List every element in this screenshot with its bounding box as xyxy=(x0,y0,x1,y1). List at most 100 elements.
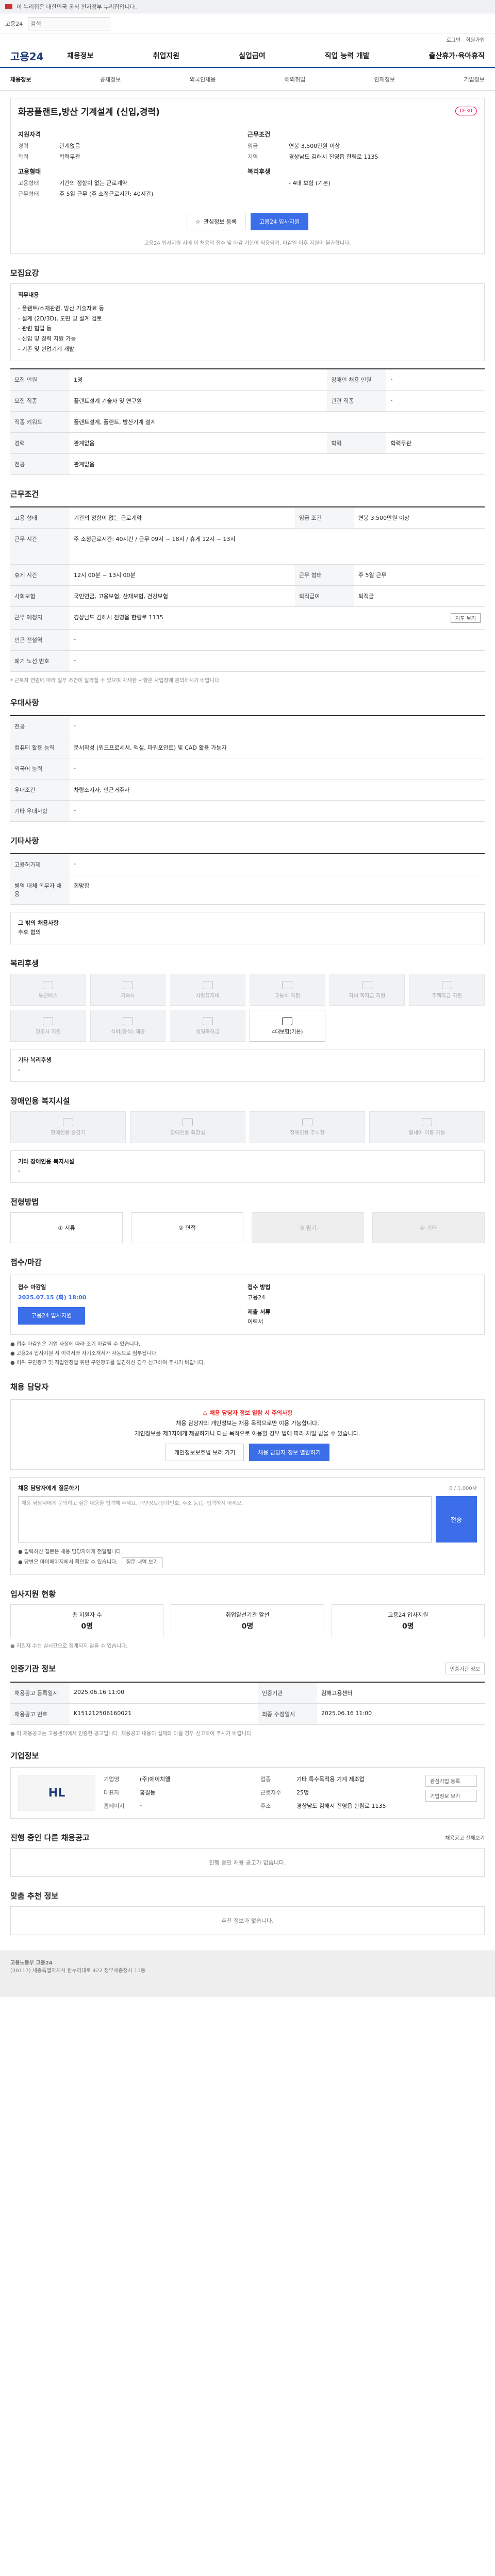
work-title: 근무조건 xyxy=(10,489,39,499)
td: K151212506160021 xyxy=(70,1703,258,1725)
ticket-icon xyxy=(282,980,293,989)
site-mini-logo[interactable]: 고용24 xyxy=(5,20,23,28)
td: 김해고용센터 xyxy=(317,1682,485,1704)
th: 관련 직종 xyxy=(327,390,387,412)
star-icon: ☆ xyxy=(195,218,201,225)
table-row: 휴게 시간 12시 00분 ~ 13시 00분 근무 형태 주 5일 근무 xyxy=(10,564,485,586)
signup-link[interactable]: 회원가입 xyxy=(466,36,485,43)
co-key: 주소 xyxy=(260,1803,271,1810)
gnb-item-jobs[interactable]: 채용정보 xyxy=(67,50,94,61)
th: 고용허가제 xyxy=(10,853,70,875)
th: 학력 xyxy=(327,432,387,454)
benefit-card: 기숙사 xyxy=(90,974,166,1006)
interest-button[interactable]: ☆ 관심정보 등록 xyxy=(186,213,245,230)
duty-head: 직무내용 xyxy=(18,292,39,298)
disabled-label: 장애인용 승강기 xyxy=(51,1130,86,1137)
benefit-label: 기숙사 xyxy=(121,993,135,999)
subnav-item-0[interactable]: 채용정보 xyxy=(10,75,31,83)
stat-label: 취업알선기관 알선 xyxy=(225,1612,270,1619)
co-value: 25명 xyxy=(296,1789,309,1797)
view-contact-button[interactable]: 채용 담당자 정보 열람하기 xyxy=(249,1444,330,1462)
disabled-extra-head: 기타 장애인용 복지시설 xyxy=(18,1158,74,1165)
benefit-label: 통근버스 xyxy=(38,993,58,999)
subnav-item-4[interactable]: 인재정보 xyxy=(374,75,395,83)
work-table: 고용 형태 기간의 정함이 없는 근로계약 임금 조건 연봉 3,500만원 이상 근… xyxy=(10,506,485,672)
search-input[interactable]: 검색 xyxy=(28,16,111,30)
td: 차량소지자, 인근거주자 xyxy=(70,779,485,801)
qa-history-button[interactable]: 질문 내역 보기 xyxy=(121,1557,163,1569)
process-title: 전형방법 xyxy=(10,1197,39,1207)
apply-box: 접수 마감일 2025.07.15 (화) 18:00 고용24 입사지원 접수… xyxy=(10,1274,485,1335)
etc-sub-val: 추후 협의 xyxy=(18,929,41,936)
apply-deadline: 2025.07.15 (화) 18:00 xyxy=(18,1294,87,1301)
td: 학력무관 xyxy=(386,432,485,454)
qualification-head: 지원자격 xyxy=(18,131,41,138)
th: 퇴직급여 xyxy=(294,585,354,607)
td: 기간의 정함이 없는 근로계약 xyxy=(70,506,295,529)
login-link[interactable]: 로그인 xyxy=(447,36,461,43)
company-info-button[interactable]: 기업정보 보기 xyxy=(425,1790,477,1802)
gov-notice-bar: 이 누리집은 대한민국 공식 전자정부 누리집입니다. xyxy=(0,0,495,13)
table-row: 컴퓨터 활용 능력 문서작성 (워드프로세서, 엑셀, 파워포인트) 및 CAD … xyxy=(10,737,485,758)
benefit-card: 주택자금 지원 xyxy=(409,974,485,1006)
kv-value: 연봉 3,500만원 이상 xyxy=(289,143,340,149)
gnb-item-training[interactable]: 직업 능력 개발 xyxy=(325,50,370,61)
certinfo-note: ● 이 채용공고는 고용센터에서 인증한 공고입니다. 채용공고 내용이 실제와… xyxy=(10,1731,253,1737)
site-logo[interactable]: 고용24 xyxy=(10,48,67,63)
certinfo-table: 채용공고 등록일시 2025.06.16 11:00 인증기관 김해고용센터 채용공고… xyxy=(10,1682,485,1725)
subnav-item-1[interactable]: 공채정보 xyxy=(100,75,121,83)
th: 경력 xyxy=(10,432,70,454)
gnb-item-support[interactable]: 취업지원 xyxy=(153,50,180,61)
td: 경상남도 김해시 진영읍 한림로 1135 지도 보기 xyxy=(70,606,485,630)
td: 관계없음 xyxy=(70,453,485,475)
th: 인근 전철역 xyxy=(10,629,70,651)
th: 전공 xyxy=(10,715,70,737)
co-value: 경상남도 김해시 진영읍 한림로 1135 xyxy=(296,1803,386,1810)
certinfo-button[interactable]: 인증기관 정보 xyxy=(445,1663,485,1675)
emptype-head: 고용형태 xyxy=(18,168,41,175)
apply-button[interactable]: 고용24 입사지원 xyxy=(250,213,309,230)
house-icon xyxy=(122,980,133,989)
apply-docs: 이력서 xyxy=(248,1318,263,1326)
qa-send-button[interactable]: 전송 xyxy=(436,1496,477,1543)
others-all-link[interactable]: 채용공고 전체보기 xyxy=(445,1834,485,1841)
th: 우대조건 xyxy=(10,779,70,801)
map-button[interactable]: 지도 보기 xyxy=(451,613,481,623)
benefit-label: 차량유지비 xyxy=(195,993,220,999)
sub-nav: 채용정보 공채정보 외국인채용 해외취업 인재정보 기업정보 xyxy=(0,68,495,91)
apply-button-2[interactable]: 고용24 입사지원 xyxy=(18,1307,85,1325)
benefit-card: 교통비 지원 xyxy=(250,974,325,1006)
subnav-item-3[interactable]: 해외취업 xyxy=(285,75,305,83)
th: 채용공고 번호 xyxy=(10,1703,70,1725)
kv-value: 기간의 정함이 없는 근로계약 xyxy=(59,180,127,187)
conditions-head: 근무조건 xyxy=(248,131,271,138)
subnav-item-5[interactable]: 기업정보 xyxy=(464,75,485,83)
table-row: 병역 대체 복무자 채용 희망함 xyxy=(10,875,485,905)
alert-line: 채용 담당자의 개인정보는 채용 목적으로만 이용 가능합니다. xyxy=(176,1419,319,1427)
table-row: 모집 직종 플랜트설계 기술자 및 연구원 관련 직종 - xyxy=(10,390,485,412)
restroom-icon xyxy=(183,1118,193,1127)
gnb-item-unemployment[interactable]: 실업급여 xyxy=(239,50,266,61)
gnb-item-leave[interactable]: 출산휴가·육아휴직 xyxy=(429,50,485,61)
summary-qualification: 지원자격 경력 관계없음 학력 학력무관 고용형태 고용형태 기간의 정함이 없는 근… xyxy=(18,124,248,200)
job-title: 화공플랜트,방산 기계설계 (신입,경력) xyxy=(18,107,160,117)
home-icon xyxy=(441,980,452,989)
table-row: 인근 전철역 - xyxy=(10,629,485,651)
table-row: 고용허가제 - xyxy=(10,853,485,875)
qa-textarea[interactable]: 채용 담당자에게 문의하고 싶은 내용을 입력해 주세요. 개인정보(전화번호,… xyxy=(18,1496,432,1543)
td: - xyxy=(70,650,485,672)
company-interest-button[interactable]: 관심기업 등록 xyxy=(425,1775,477,1787)
prefer-table: 전공 - 컴퓨터 활용 능력 문서작성 (워드프로세서, 엑셀, 파워포인트) 및 … xyxy=(10,715,485,822)
etc-table: 고용허가제 - 병역 대체 복무자 채용 희망함 xyxy=(10,853,485,905)
benefit-card: 식비(중식) 제공 xyxy=(90,1010,166,1042)
subnav-item-2[interactable]: 외국인채용 xyxy=(190,75,216,83)
process-step: ④ 기타 xyxy=(372,1212,485,1243)
qa-note-text: ● 답변은 마이페이지에서 확인할 수 있습니다. xyxy=(18,1560,118,1566)
kv-key: 고용형태 xyxy=(18,180,39,187)
privacy-law-button[interactable]: 개인정보보호법 보러 가기 xyxy=(165,1444,244,1462)
process-steps: ① 서류 ② 면접 ③ 필기 ④ 기타 xyxy=(10,1212,485,1243)
co-value: 홍길동 xyxy=(140,1789,156,1797)
disabled-label: 휠체어 이동 가능 xyxy=(408,1130,446,1137)
gift-icon xyxy=(43,1016,54,1025)
benefit-label: 자녀 학자금 지원 xyxy=(349,993,386,999)
